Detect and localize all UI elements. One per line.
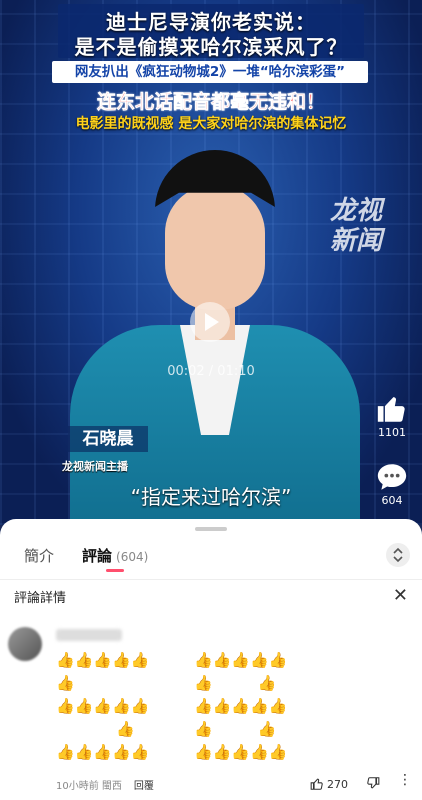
time-display: 00:02 / 01:10 [167, 364, 255, 379]
tab-comments-label: 評論 [82, 547, 113, 565]
thumbs-digit-left: 👍👍👍👍👍 👍 👍👍👍👍👍 👍 👍👍👍👍👍 [56, 651, 150, 761]
drag-handle[interactable] [195, 527, 227, 531]
video-caption: “指定来过哈尔滨” [130, 485, 292, 509]
avatar[interactable] [8, 627, 42, 661]
sub-banner: 网友扒出《疯狂动物城2》一堆“哈尔滨彩蛋” [52, 61, 368, 83]
chevron-up-down-icon [393, 547, 403, 563]
comment-sheet: 簡介 評論 (604) 評論詳情 ✕ 👍👍👍👍👍 👍 👍👍👍👍👍 👍 👍👍👍👍👍 … [0, 519, 422, 800]
thumbs-down-outline-icon [367, 777, 380, 789]
thumbs-digit-right: 👍👍👍👍👍 👍 👍 👍👍👍👍👍 👍 👍 👍👍👍👍👍 [194, 651, 288, 761]
comment-time: 10小時前 閩西 [56, 781, 122, 792]
thumbs-up-icon [377, 397, 405, 422]
comment-detail-title: 評論詳情 [14, 591, 67, 606]
anchor-name: 石晓晨 [68, 426, 148, 452]
divider [0, 579, 422, 580]
comment-count: 604 [381, 494, 403, 507]
comment-like-count: 270 [327, 777, 348, 791]
tab-comments[interactable]: 評論 (604) [82, 545, 148, 566]
close-icon[interactable]: ✕ [393, 585, 408, 606]
thumbs-up-outline-icon [310, 778, 323, 790]
username-blurred[interactable] [56, 629, 122, 641]
anchor-title: 龙视新闻主播 [62, 460, 128, 473]
tab-intro[interactable]: 簡介 [24, 545, 54, 566]
red-subtitle: 连东北话配音都毫无违和！ [96, 91, 326, 114]
like-count: 1101 [378, 426, 406, 439]
comment-like-button[interactable]: 270 [310, 777, 348, 791]
headline-line-2: 是不是偷摸来哈尔滨采风了？ [74, 35, 348, 59]
comment-bubble-icon [377, 464, 407, 490]
more-options-icon[interactable]: ⋮ [398, 772, 412, 788]
like-button[interactable]: 1101 [370, 392, 414, 439]
comment-button[interactable]: 604 [370, 460, 414, 507]
collapse-button[interactable] [386, 543, 410, 567]
reply-button[interactable]: 回覆 [134, 781, 154, 792]
active-tab-indicator [106, 569, 124, 572]
anchor-face [165, 185, 265, 310]
play-icon[interactable] [190, 302, 230, 342]
video-player[interactable]: 迪士尼导演你老实说： 是不是偷摸来哈尔滨采风了？ 网友扒出《疯狂动物城2》一堆“… [0, 0, 422, 525]
tab-comments-count: (604) [116, 550, 149, 564]
dislike-button[interactable] [366, 775, 380, 794]
yellow-subtitle: 电影里的既视感 是大家对哈尔滨的集体记忆 [75, 116, 347, 132]
comment-meta: 10小時前 閩西 回覆 [56, 777, 154, 792]
